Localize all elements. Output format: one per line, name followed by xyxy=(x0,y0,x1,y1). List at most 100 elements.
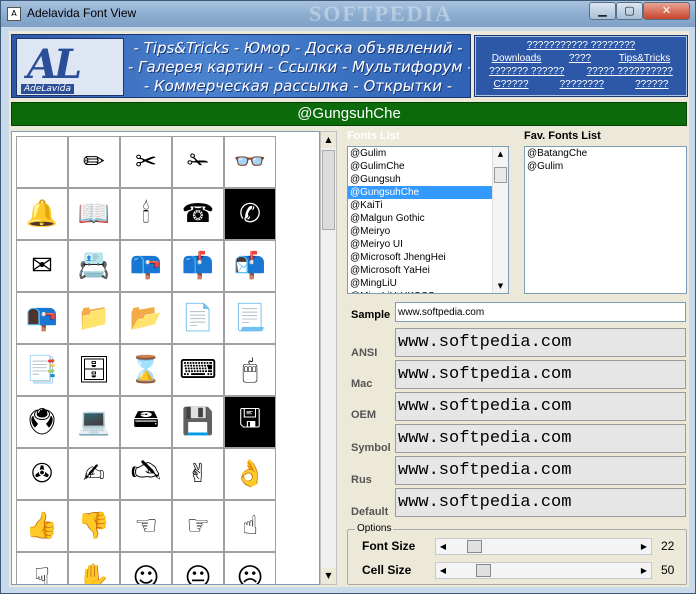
title-bar[interactable]: A Adelavida Font View SOFTPEDIA ▁ ▢ ✕ xyxy=(1,1,695,27)
glyph-cell[interactable]: ☎ xyxy=(172,188,224,240)
link[interactable]: ??????? ?????? xyxy=(489,66,564,79)
link[interactable]: ???? xyxy=(569,53,591,66)
glyph-cell[interactable]: 🗄 xyxy=(68,344,120,396)
glyph-cell[interactable]: ☞ xyxy=(172,500,224,552)
glyph-cell[interactable]: ✏ xyxy=(68,136,120,188)
glyph-cell[interactable]: 😐 xyxy=(172,552,224,584)
glyph-cell[interactable] xyxy=(16,136,68,188)
glyph-cell[interactable]: ✋ xyxy=(68,552,120,584)
glyph-cell[interactable]: ⌨ xyxy=(172,344,224,396)
banner-line[interactable]: - Коммерческая рассылка - Открытки - xyxy=(128,77,468,96)
glyph-cell[interactable]: ✆ xyxy=(224,188,276,240)
fonts-list-item-selected[interactable]: @GungsuhChe xyxy=(348,186,508,199)
glyph-cell[interactable]: ✁ xyxy=(172,136,224,188)
maximize-button[interactable]: ▢ xyxy=(616,2,643,20)
font-size-slider[interactable]: ◀ ▶ xyxy=(435,538,652,555)
link[interactable]: ????? ?????????? xyxy=(587,66,673,79)
glyph-cell[interactable]: ☹ xyxy=(224,552,276,584)
link[interactable]: ??????????? ???????? xyxy=(527,40,635,53)
cell-size-label: Cell Size xyxy=(362,563,412,577)
glyph-cell[interactable]: 📪 xyxy=(120,240,172,292)
window-title: Adelavida Font View xyxy=(27,6,137,20)
slider-left-icon[interactable]: ◀ xyxy=(436,563,450,578)
glyph-cell[interactable]: 📭 xyxy=(16,292,68,344)
glyph-cell[interactable]: 📃 xyxy=(224,292,276,344)
scroll-thumb[interactable] xyxy=(494,167,507,183)
fonts-list-item[interactable]: @Malgun Gothic xyxy=(348,212,508,225)
glyph-cell[interactable]: 👓 xyxy=(224,136,276,188)
slider-right-icon[interactable]: ▶ xyxy=(637,539,651,554)
fonts-list[interactable]: @Gulim @GulimChe @Gungsuh @GungsuhChe @KaiTi… xyxy=(347,146,509,294)
mac-preview: www.softpedia.com xyxy=(395,360,686,389)
scroll-up-icon[interactable]: ▲ xyxy=(493,147,508,161)
banner-line[interactable]: - Tips&Tricks - Юмор - Доска объявлений … xyxy=(128,39,468,58)
glyph-cell[interactable]: 📬 xyxy=(224,240,276,292)
fonts-list-item[interactable]: @GulimChe xyxy=(348,160,508,173)
glyph-cell[interactable]: ✌ xyxy=(172,448,224,500)
glyph-cell[interactable]: 📂 xyxy=(120,292,172,344)
fonts-list-item[interactable]: @KaiTi xyxy=(348,199,508,212)
fonts-list-item[interactable]: @Meiryo xyxy=(348,225,508,238)
glyph-cell[interactable]: 📄 xyxy=(172,292,224,344)
slider-left-icon[interactable]: ◀ xyxy=(436,539,450,554)
glyph-cell[interactable]: 📖 xyxy=(68,188,120,240)
glyph-cell[interactable]: ✂ xyxy=(120,136,172,188)
link[interactable]: C????? xyxy=(494,79,529,92)
glyph-cell[interactable]: ☟ xyxy=(16,552,68,584)
slider-right-icon[interactable]: ▶ xyxy=(637,563,651,578)
cell-size-slider[interactable]: ◀ ▶ xyxy=(435,562,652,579)
fonts-list-item[interactable]: @Microsoft JhengHei xyxy=(348,251,508,264)
banner-line[interactable]: - Галерея картин - Ссылки - Мультифорум … xyxy=(128,58,470,77)
adelavida-banner[interactable]: AL AdeLavida - Tips&Tricks - Юмор - Доск… xyxy=(11,34,471,98)
link[interactable]: ?????? xyxy=(635,79,668,92)
fonts-list-item[interactable]: @MingLiU xyxy=(348,277,508,290)
scroll-down-icon[interactable]: ▼ xyxy=(321,568,336,584)
downloads-link[interactable]: Downloads xyxy=(492,53,541,66)
glyph-cell[interactable]: 🖱 xyxy=(224,344,276,396)
glyph-cell[interactable]: ✇ xyxy=(16,448,68,500)
fonts-list-scrollbar[interactable]: ▲ ▼ xyxy=(492,147,508,293)
glyph-cell[interactable]: ✍ xyxy=(68,448,120,500)
sample-input[interactable] xyxy=(395,302,686,322)
glyph-cell[interactable]: 🖎 xyxy=(120,448,172,500)
scroll-thumb[interactable] xyxy=(322,150,335,230)
glyph-cell[interactable]: 🔔 xyxy=(16,188,68,240)
glyph-cell[interactable]: 👌 xyxy=(224,448,276,500)
glyph-cell[interactable]: ☜ xyxy=(120,500,172,552)
slider-thumb[interactable] xyxy=(476,564,492,577)
scroll-up-icon[interactable]: ▲ xyxy=(321,132,336,148)
fonts-list-item[interactable]: @Meiryo UI xyxy=(348,238,508,251)
glyph-cell[interactable]: ☺ xyxy=(120,552,172,584)
glyph-cell[interactable]: 💻 xyxy=(68,396,120,448)
glyph-grid-scrollbar[interactable]: ▲ ▼ xyxy=(320,131,337,585)
glyph-grid: ✏ ✂ ✁ 👓 🔔 📖 🕯 ☎ ✆ ✉ 📇 📪 📫 📬 📭 📁 📂 📄 📃 📑 🗄 ⌛ ⌨ 🖱 🖲 💻 🖴 💾 🖫 ✇ ✍ 🖎 ✌ 👌 👍 👎 ☜ ☞ ☝ ☟… xyxy=(16,136,276,584)
glyph-cell[interactable]: 📑 xyxy=(16,344,68,396)
slider-thumb[interactable] xyxy=(467,540,483,553)
glyph-cell[interactable]: 📇 xyxy=(68,240,120,292)
glyph-cell[interactable]: ☝ xyxy=(224,500,276,552)
glyph-cell[interactable]: ✉ xyxy=(16,240,68,292)
glyph-cell[interactable]: 📫 xyxy=(172,240,224,292)
glyph-cell[interactable]: 📁 xyxy=(68,292,120,344)
glyph-cell[interactable]: 👍 xyxy=(16,500,68,552)
minimize-button[interactable]: ▁ xyxy=(589,2,616,20)
fonts-list-item[interactable]: @Microsoft YaHei xyxy=(348,264,508,277)
fonts-list-item[interactable]: @MingLiU-HKSCS xyxy=(348,290,508,293)
fonts-list-item[interactable]: @Gulim xyxy=(348,147,508,160)
glyph-cell[interactable]: 🖲 xyxy=(16,396,68,448)
glyph-cell[interactable]: 👎 xyxy=(68,500,120,552)
glyph-cell[interactable]: ⌛ xyxy=(120,344,172,396)
logo-letters: AL xyxy=(27,41,82,88)
fav-fonts-list-item[interactable]: @BatangChe xyxy=(525,147,686,160)
fav-fonts-list[interactable]: @BatangChe @Gulim xyxy=(524,146,687,294)
fav-fonts-list-item[interactable]: @Gulim xyxy=(525,160,686,173)
glyph-cell[interactable]: 💾 xyxy=(172,396,224,448)
fonts-list-item[interactable]: @Gungsuh xyxy=(348,173,508,186)
link[interactable]: ???????? xyxy=(560,79,605,92)
glyph-cell[interactable]: 🖴 xyxy=(120,396,172,448)
scroll-down-icon[interactable]: ▼ xyxy=(493,279,508,293)
glyph-cell[interactable]: 🕯 xyxy=(120,188,172,240)
glyph-cell[interactable]: 🖫 xyxy=(224,396,276,448)
close-button[interactable]: ✕ xyxy=(643,2,690,20)
tips-tricks-link[interactable]: Tips&Tricks xyxy=(619,53,670,66)
